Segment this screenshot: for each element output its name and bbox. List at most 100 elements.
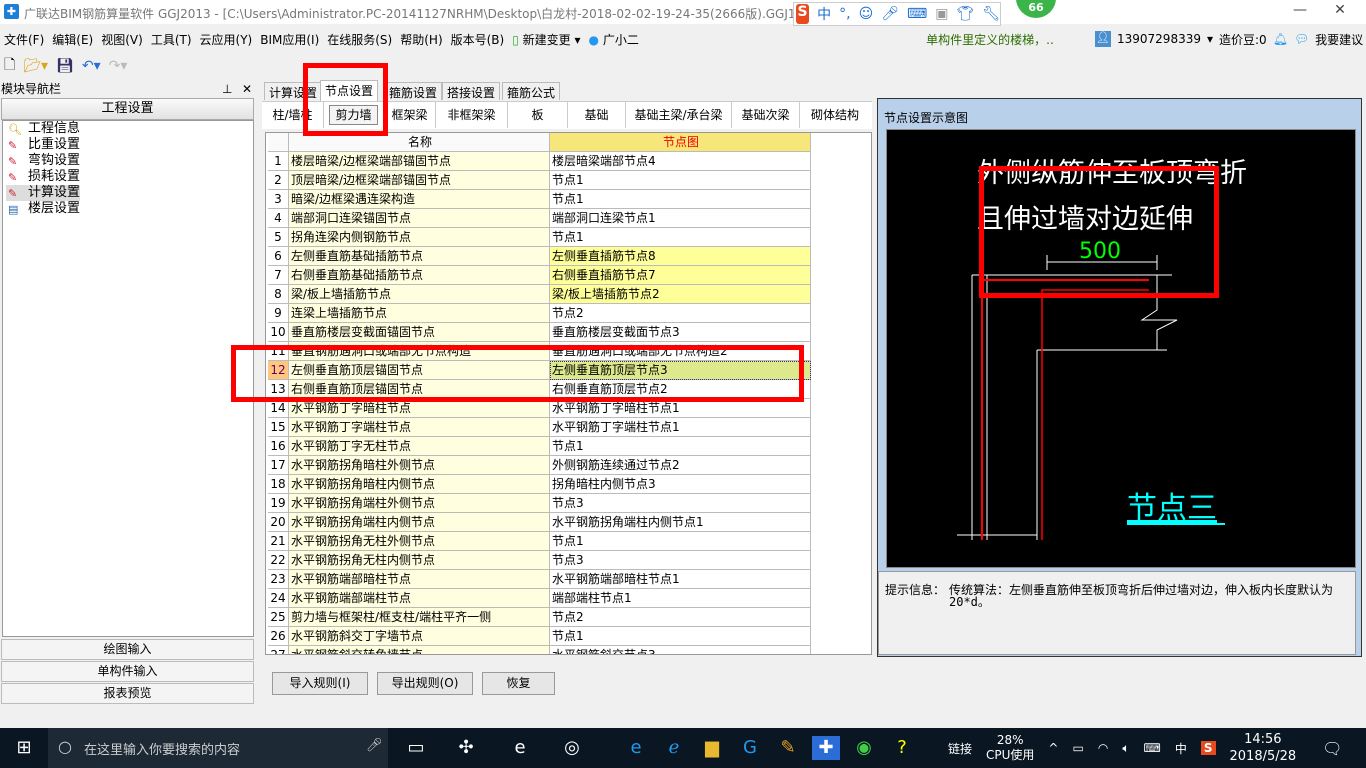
table-row[interactable]: 3 暗梁/边框梁遇连梁构造 节点1 bbox=[268, 190, 811, 209]
row-number[interactable]: 19 bbox=[268, 494, 289, 513]
row-number[interactable]: 10 bbox=[268, 323, 289, 342]
node-name-cell[interactable]: 楼层暗梁/边框梁端部锚固节点 bbox=[289, 152, 550, 171]
node-name-cell[interactable]: 水平钢筋拐角无柱内侧节点 bbox=[289, 551, 550, 570]
row-number[interactable]: 1 bbox=[268, 152, 289, 171]
node-name-cell[interactable]: 连梁上墙插筋节点 bbox=[289, 304, 550, 323]
node-diagram-cell[interactable]: 梁/板上墙插筋节点2 bbox=[550, 285, 811, 304]
row-number[interactable]: 16 bbox=[268, 437, 289, 456]
row-number[interactable]: 21 bbox=[268, 532, 289, 551]
table-row[interactable]: 9 连梁上墙插筋节点 节点2 bbox=[268, 304, 811, 323]
tab-stirrup-settings[interactable]: 箍筋设置 bbox=[384, 82, 443, 100]
nav-report-preview[interactable]: 报表预览 bbox=[1, 683, 254, 704]
table-row[interactable]: 8 梁/板上墙插筋节点 梁/板上墙插筋节点2 bbox=[268, 285, 811, 304]
row-number[interactable]: 4 bbox=[268, 209, 289, 228]
tree-item-project-info[interactable]: 🔍︎ 工程信息 bbox=[6, 121, 253, 137]
table-row[interactable]: 11 垂直钢筋遇洞口或端部无节点构造 垂直筋遇洞口或端部无节点构造2 bbox=[268, 342, 811, 361]
battery-icon[interactable]: ▭ bbox=[1072, 741, 1083, 755]
node-diagram-cell[interactable]: 节点1 bbox=[550, 228, 811, 247]
node-name-cell[interactable]: 梁/板上墙插筋节点 bbox=[289, 285, 550, 304]
tab-node-settings[interactable]: 节点设置 bbox=[320, 80, 379, 101]
subtab-masonry[interactable]: 砌体结构 bbox=[800, 102, 870, 128]
ime-lang[interactable]: 中 bbox=[817, 4, 831, 24]
row-number[interactable]: 9 bbox=[268, 304, 289, 323]
ime-indicator[interactable]: 中 bbox=[1175, 740, 1187, 757]
row-number[interactable]: 17 bbox=[268, 456, 289, 475]
close-button[interactable]: ✕ bbox=[1320, 2, 1360, 22]
node-diagram-cell[interactable]: 外侧钢筋连续通过节点2 bbox=[550, 456, 811, 475]
redo-icon[interactable]: ↷▾ bbox=[109, 58, 128, 74]
subtab-foundation-main-beam[interactable]: 基础主梁/承台梁 bbox=[626, 102, 732, 128]
menu-view[interactable]: 视图(V) bbox=[97, 26, 147, 53]
emoji-icon[interactable]: ☺ bbox=[859, 6, 874, 22]
row-number[interactable]: 24 bbox=[268, 589, 289, 608]
subtab-shear-wall[interactable]: 剪力墙 bbox=[324, 102, 384, 128]
table-row[interactable]: 25 剪力墙与框架柱/框支柱/端柱平齐一侧 节点2 bbox=[268, 608, 811, 627]
table-row[interactable]: 15 水平钢筋丁字端柱节点 水平钢筋丁字端柱节点1 bbox=[268, 418, 811, 437]
cpu-meter[interactable]: 28% CPU使用 bbox=[986, 733, 1034, 763]
green-app-icon[interactable]: ◉ bbox=[850, 736, 878, 760]
ggj-app-icon[interactable]: ✚ bbox=[812, 736, 840, 760]
new-change-button[interactable]: ▯ 新建变更 ▾ bbox=[508, 26, 584, 53]
node-name-cell[interactable]: 暗梁/边框梁遇连梁构造 bbox=[289, 190, 550, 209]
subtab-frame-beam[interactable]: 框架梁 bbox=[384, 102, 436, 128]
grid-header[interactable]: 名称 节点图 bbox=[268, 133, 811, 152]
subtab-slab[interactable]: 板 bbox=[508, 102, 568, 128]
suggest-link[interactable]: 我要建议 bbox=[1315, 31, 1363, 48]
tab-lap-settings[interactable]: 搭接设置 bbox=[442, 82, 501, 100]
row-number[interactable]: 8 bbox=[268, 285, 289, 304]
node-name-cell[interactable]: 水平钢筋拐角端柱外侧节点 bbox=[289, 494, 550, 513]
node-diagram-cell[interactable]: 水平钢筋拐角端柱内侧节点1 bbox=[550, 513, 811, 532]
wifi-icon[interactable]: ◠ bbox=[1098, 741, 1108, 755]
table-row[interactable]: 6 左侧垂直筋基础插筋节点 左侧垂直插筋节点8 bbox=[268, 247, 811, 266]
node-diagram-cell[interactable]: 节点2 bbox=[550, 304, 811, 323]
tree-item-hook[interactable]: ✎ 弯钩设置 bbox=[6, 153, 253, 169]
row-number[interactable]: 3 bbox=[268, 190, 289, 209]
row-number[interactable] bbox=[268, 133, 289, 152]
undo-icon[interactable]: ↶▾ bbox=[82, 58, 101, 74]
row-number[interactable]: 6 bbox=[268, 247, 289, 266]
bell-icon[interactable]: 🔔︎ bbox=[1273, 32, 1288, 46]
node-diagram-cell[interactable]: 垂直筋遇洞口或端部无节点构造2 bbox=[550, 342, 811, 361]
chevron-up-icon[interactable]: ^ bbox=[1048, 741, 1058, 755]
row-number[interactable]: 27 bbox=[268, 646, 289, 654]
table-row[interactable]: 13 右侧垂直筋顶层锚固节点 右侧垂直筋顶层节点2 bbox=[268, 380, 811, 399]
menu-tools[interactable]: 工具(T) bbox=[147, 26, 196, 53]
node-name-cell[interactable]: 端部洞口连梁锚固节点 bbox=[289, 209, 550, 228]
table-row[interactable]: 21 水平钢筋拐角无柱外侧节点 节点1 bbox=[268, 532, 811, 551]
notepad-icon[interactable]: ✎ bbox=[774, 736, 802, 760]
row-number[interactable]: 25 bbox=[268, 608, 289, 627]
notification-icon[interactable]: 🗨︎ bbox=[1322, 739, 1342, 758]
table-row[interactable]: 4 端部洞口连梁锚固节点 端部洞口连梁节点1 bbox=[268, 209, 811, 228]
node-name-cell[interactable]: 左侧垂直筋基础插筋节点 bbox=[289, 247, 550, 266]
link-label[interactable]: 链接 bbox=[948, 740, 972, 757]
node-diagram-cell[interactable]: 节点1 bbox=[550, 171, 811, 190]
subtab-foundation-secondary-beam[interactable]: 基础次梁 bbox=[732, 102, 800, 128]
menu-bim[interactable]: BIM应用(I) bbox=[256, 26, 323, 53]
start-icon[interactable]: ⊞ bbox=[10, 736, 38, 760]
node-name-cell[interactable]: 水平钢筋丁字无柱节点 bbox=[289, 437, 550, 456]
table-row[interactable]: 23 水平钢筋端部暗柱节点 水平钢筋端部暗柱节点1 bbox=[268, 570, 811, 589]
tree-item-floor[interactable]: ▤ 楼层设置 bbox=[6, 201, 253, 217]
group-project-settings[interactable]: 工程设置 bbox=[1, 98, 254, 120]
save-icon[interactable]: 💾︎ bbox=[56, 58, 74, 74]
row-number[interactable]: 18 bbox=[268, 475, 289, 494]
node-diagram-cell[interactable]: 节点3 bbox=[550, 551, 811, 570]
row-number[interactable]: 23 bbox=[268, 570, 289, 589]
node-diagram-cell[interactable]: 右侧垂直插筋节点7 bbox=[550, 266, 811, 285]
subtab-column[interactable]: 柱/墙柱 bbox=[262, 102, 324, 128]
tree-item-weight[interactable]: ✎ 比重设置 bbox=[6, 137, 253, 153]
table-row[interactable]: 12 左侧垂直筋顶层锚固节点 左侧垂直筋顶层节点3 bbox=[268, 361, 811, 380]
row-number[interactable]: 22 bbox=[268, 551, 289, 570]
node-diagram-cell[interactable]: 节点1 bbox=[550, 627, 811, 646]
table-row[interactable]: 27 水平钢筋斜交转角墙节点 水平钢筋斜交节点3 bbox=[268, 646, 811, 654]
pin-icon[interactable]: ⊥ bbox=[222, 82, 232, 97]
node-name-cell[interactable]: 水平钢筋丁字暗柱节点 bbox=[289, 399, 550, 418]
menu-edit[interactable]: 编辑(E) bbox=[48, 26, 97, 53]
node-diagram-cell[interactable]: 拐角暗柱内侧节点3 bbox=[550, 475, 811, 494]
node-diagram-cell[interactable]: 左侧垂直筋顶层节点3 bbox=[550, 361, 811, 380]
table-row[interactable]: 2 顶层暗梁/边框梁端部锚固节点 节点1 bbox=[268, 171, 811, 190]
row-number[interactable]: 2 bbox=[268, 171, 289, 190]
clock[interactable]: 14:56 2018/5/28 bbox=[1230, 731, 1297, 765]
node-name-cell[interactable]: 水平钢筋端部端柱节点 bbox=[289, 589, 550, 608]
table-row[interactable]: 10 垂直筋楼层变截面锚固节点 垂直筋楼层变截面节点3 bbox=[268, 323, 811, 342]
